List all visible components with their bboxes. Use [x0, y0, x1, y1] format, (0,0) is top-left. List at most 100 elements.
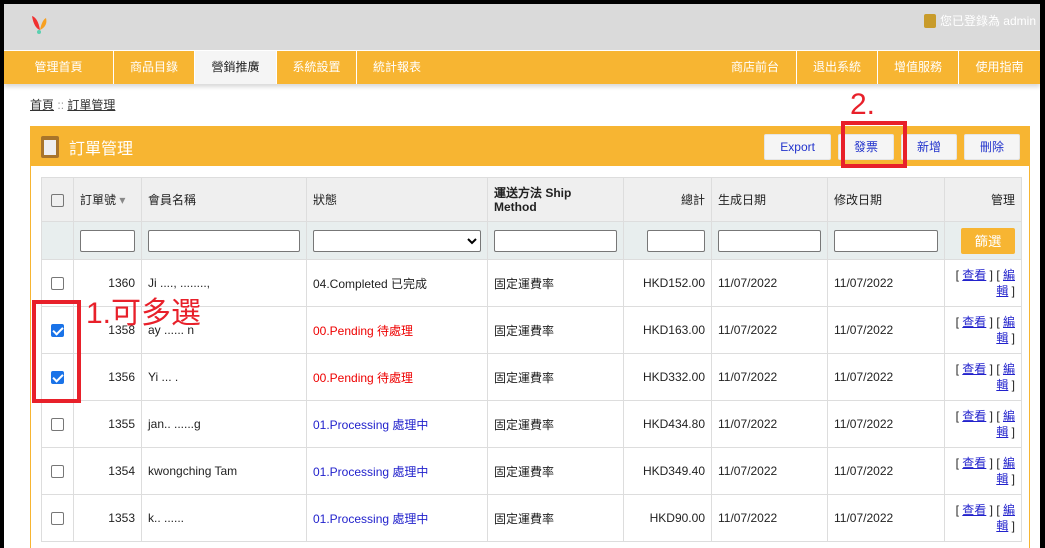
- sort-down-icon: ▾: [119, 193, 126, 207]
- edit-link[interactable]: 編輯: [996, 362, 1015, 392]
- modified-date: 11/07/2022: [827, 494, 945, 542]
- modified-date: 11/07/2022: [827, 353, 945, 401]
- nav-home[interactable]: 管理首頁: [4, 51, 114, 84]
- row-checkbox[interactable]: [51, 512, 64, 526]
- view-link[interactable]: 查看: [962, 315, 986, 329]
- order-status: 04.Completed 已完成: [306, 259, 488, 307]
- manage-links: [ 查看 ] [ 編輯 ]: [944, 400, 1022, 448]
- manage-links: [ 查看 ] [ 編輯 ]: [944, 306, 1022, 354]
- order-total: HKD332.00: [623, 353, 712, 401]
- order-total: HKD163.00: [623, 306, 712, 354]
- nav-settings[interactable]: 系統設置: [277, 51, 357, 84]
- modified-date: 11/07/2022: [827, 306, 945, 354]
- nav-value-added[interactable]: 增值服務: [877, 51, 958, 84]
- edit-link[interactable]: 編輯: [996, 456, 1015, 486]
- manage-links: [ 查看 ] [ 編輯 ]: [944, 447, 1022, 495]
- page-title: 訂單管理: [69, 140, 134, 158]
- edit-link[interactable]: 編輯: [996, 315, 1015, 345]
- view-link[interactable]: 查看: [962, 362, 986, 376]
- export-button[interactable]: Export: [764, 133, 831, 160]
- member-name: kwongching Tam: [141, 447, 307, 495]
- ship-method: 固定運費率: [487, 447, 624, 495]
- app-window: 您已登錄為 admin 管理首頁 商品目錄 營銷推廣 系統設置 統計報表 商店前…: [4, 4, 1040, 548]
- order-total: HKD152.00: [623, 259, 712, 307]
- col-ship: 運送方法 Ship Method: [487, 177, 624, 222]
- add-button[interactable]: 新增: [900, 133, 957, 160]
- top-bar: 您已登錄為 admin: [4, 4, 1040, 50]
- table-row: 1353 k.. ...... 01.Processing 處理中 固定運費率 …: [41, 494, 1022, 542]
- nav-reports[interactable]: 統計報表: [357, 51, 437, 84]
- nav-storefront[interactable]: 商店前台: [714, 51, 796, 84]
- filter-created[interactable]: [718, 229, 821, 252]
- order-no: 1353: [73, 494, 142, 542]
- created-date: 11/07/2022: [711, 494, 828, 542]
- order-no: 1356: [73, 353, 142, 401]
- nav-guide[interactable]: 使用指南: [958, 51, 1040, 84]
- login-text: 您已登錄為 admin: [939, 14, 1036, 28]
- modified-date: 11/07/2022: [827, 447, 945, 495]
- order-status: 00.Pending 待處理: [306, 353, 488, 401]
- modified-date: 11/07/2022: [827, 400, 945, 448]
- ship-method: 固定運費率: [487, 494, 624, 542]
- view-link[interactable]: 查看: [962, 409, 986, 423]
- created-date: 11/07/2022: [711, 447, 828, 495]
- created-date: 11/07/2022: [711, 400, 828, 448]
- created-date: 11/07/2022: [711, 353, 828, 401]
- nav-marketing[interactable]: 營銷推廣: [195, 51, 277, 84]
- filter-modified[interactable]: [834, 229, 938, 252]
- filter-button[interactable]: 篩選: [961, 227, 1015, 254]
- filter-total[interactable]: [647, 229, 705, 252]
- breadcrumb-current[interactable]: 訂單管理: [67, 98, 115, 112]
- modified-date: 11/07/2022: [827, 259, 945, 307]
- annotation-box-checkboxes: [32, 300, 81, 403]
- ship-method: 固定運費率: [487, 306, 624, 354]
- table-row: 1354 kwongching Tam 01.Processing 處理中 固定…: [41, 447, 1022, 495]
- nav-catalog[interactable]: 商品目錄: [114, 51, 195, 84]
- col-order-no[interactable]: 訂單號 ▾: [73, 177, 142, 222]
- order-total: HKD349.40: [623, 447, 712, 495]
- table-row: 1356 Yi ... . 00.Pending 待處理 固定運費率 HKD33…: [41, 353, 1022, 401]
- member-name: Yi ... .: [141, 353, 307, 401]
- delete-button[interactable]: 刪除: [963, 133, 1020, 160]
- order-status: 01.Processing 處理中: [306, 447, 488, 495]
- manage-links: [ 查看 ] [ 編輯 ]: [944, 259, 1022, 307]
- breadcrumb-home[interactable]: 首頁: [30, 98, 54, 112]
- row-checkbox[interactable]: [51, 465, 64, 479]
- filter-ship[interactable]: [494, 229, 617, 252]
- nav-logout[interactable]: 退出系統: [796, 51, 877, 84]
- breadcrumb: 首頁 :: 訂單管理: [30, 96, 115, 113]
- order-status: 00.Pending 待處理: [306, 306, 488, 354]
- col-modified: 修改日期: [827, 177, 945, 222]
- view-link[interactable]: 查看: [962, 456, 986, 470]
- annotation-step1: 1.可多選: [86, 297, 202, 330]
- view-link[interactable]: 查看: [962, 503, 986, 517]
- filter-order-no[interactable]: [80, 229, 135, 252]
- row-checkbox[interactable]: [51, 418, 64, 432]
- main-nav: 管理首頁 商品目錄 營銷推廣 系統設置 統計報表 商店前台 退出系統 增值服務 …: [4, 50, 1040, 84]
- filter-member[interactable]: [148, 229, 300, 252]
- manage-links: [ 查看 ] [ 編輯 ]: [944, 494, 1022, 542]
- orders-table: 訂單號 ▾ 會員名稱 狀態 運送方法 Ship Method 總計 生成日期 修…: [41, 177, 1022, 542]
- ship-method: 固定運費率: [487, 353, 624, 401]
- ship-method: 固定運費率: [487, 259, 624, 307]
- manage-links: [ 查看 ] [ 編輯 ]: [944, 353, 1022, 401]
- login-status: 您已登錄為 admin: [923, 12, 1036, 29]
- edit-link[interactable]: 編輯: [996, 409, 1015, 439]
- col-total: 總計: [623, 177, 712, 222]
- view-link[interactable]: 查看: [962, 268, 986, 282]
- annotation-step2: 2.: [850, 88, 876, 121]
- created-date: 11/07/2022: [711, 259, 828, 307]
- filter-status[interactable]: [313, 229, 481, 252]
- col-manage: 管理: [944, 177, 1022, 222]
- lock-icon: [923, 13, 936, 28]
- orders-panel: 訂單管理 Export 發票 新增 刪除 訂單號 ▾ 會員名稱 狀態 運送方法 …: [30, 126, 1030, 548]
- created-date: 11/07/2022: [711, 306, 828, 354]
- breadcrumb-sep: ::: [57, 98, 65, 112]
- member-name: jan.. ......g: [141, 400, 307, 448]
- logo-icon: [32, 16, 47, 34]
- member-name: k.. ......: [141, 494, 307, 542]
- edit-link[interactable]: 編輯: [996, 503, 1015, 533]
- row-checkbox[interactable]: [51, 277, 64, 291]
- select-all-checkbox[interactable]: [51, 193, 64, 207]
- edit-link[interactable]: 編輯: [996, 268, 1015, 298]
